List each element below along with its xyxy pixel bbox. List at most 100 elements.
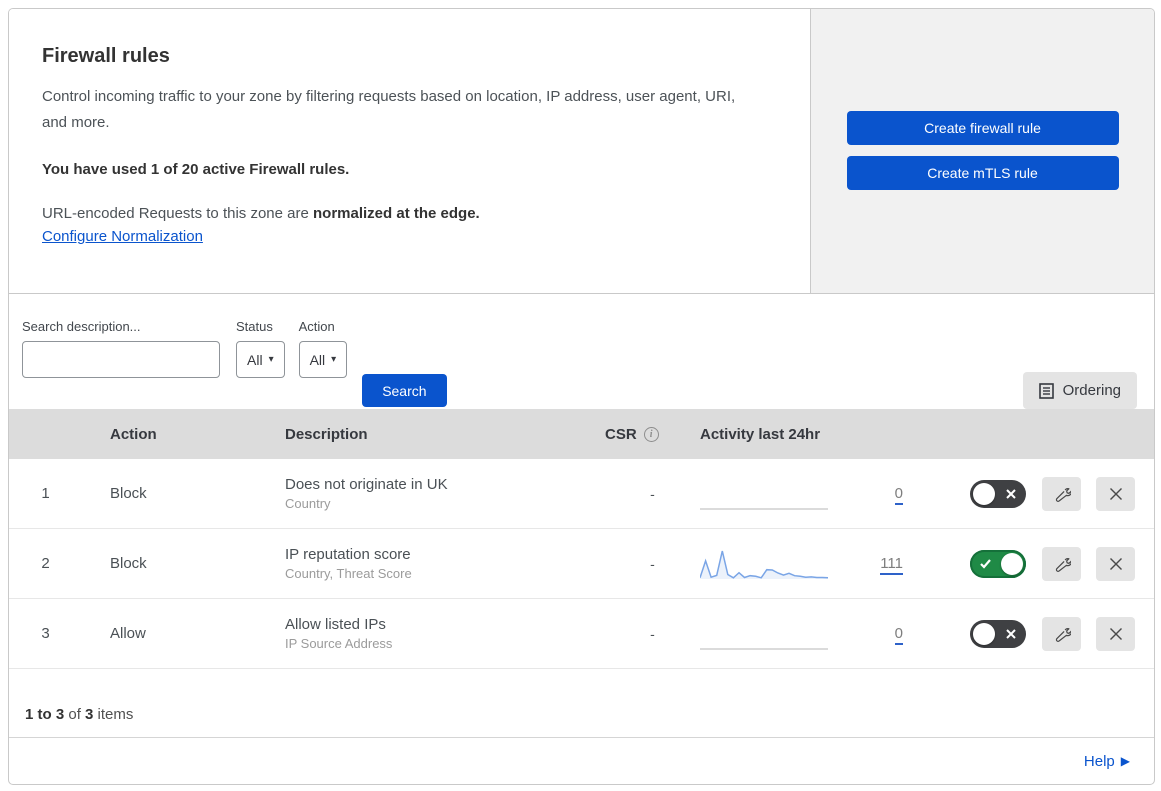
activity-count-link[interactable]: 0	[894, 624, 903, 645]
search-input-wrapper	[22, 341, 220, 378]
table-row: 2 Block IP reputation score Country, Thr…	[9, 529, 1154, 599]
search-button[interactable]: Search	[362, 374, 447, 407]
rule-description-cell: IP reputation score Country, Threat Scor…	[285, 546, 605, 581]
normalization-bold: normalized at the edge.	[313, 204, 480, 222]
info-icon[interactable]: i	[643, 426, 659, 442]
configure-normalization-link[interactable]: Configure Normalization	[42, 228, 203, 245]
rule-controls	[970, 546, 1154, 581]
rule-description-cell: Does not originate in UK Country	[285, 476, 605, 511]
help-footer: Help ▶	[9, 737, 1154, 784]
chevron-down-icon: ▾	[268, 354, 274, 365]
search-input[interactable]	[37, 351, 218, 368]
rule-fields: IP Source Address	[285, 636, 393, 651]
ordering-button[interactable]: Ordering	[1022, 372, 1137, 409]
edit-rule-button[interactable]	[1042, 546, 1081, 581]
action-label: Action	[298, 319, 335, 334]
rule-csr-value: -	[650, 555, 655, 572]
delete-rule-button[interactable]	[1096, 616, 1135, 651]
rule-priority: 1	[41, 485, 50, 502]
arrow-right-icon: ▶	[1120, 754, 1130, 768]
rule-fields: Country	[285, 496, 331, 511]
rule-priority: 3	[41, 625, 50, 642]
range-text: 1 to 3	[25, 706, 65, 723]
action-dropdown[interactable]: All ▾	[298, 341, 348, 378]
rule-description-cell: Allow listed IPs IP Source Address	[285, 616, 605, 651]
status-dropdown[interactable]: All ▾	[236, 341, 285, 378]
ordering-button-label: Ordering	[1062, 382, 1121, 399]
delete-rule-button[interactable]	[1096, 476, 1135, 511]
normalization-prefix: URL-encoded Requests to this zone are	[42, 204, 313, 222]
create-rule-panel: Create firewall rule Create mTLS rule	[810, 9, 1154, 293]
close-icon	[1109, 487, 1122, 500]
rule-activity-cell: 0	[700, 617, 970, 651]
edit-rule-button[interactable]	[1042, 476, 1081, 511]
rule-description[interactable]: Does not originate in UK	[285, 476, 605, 493]
total-count: 3	[85, 706, 94, 723]
intro-section: Firewall rules Control incoming traffic …	[9, 9, 1154, 294]
status-dropdown-value: All	[247, 351, 263, 368]
create-mtls-rule-button[interactable]: Create mTLS rule	[846, 156, 1119, 190]
activity-sparkline	[700, 507, 828, 510]
firewall-rules-card: Firewall rules Control incoming traffic …	[8, 8, 1155, 785]
activity-column-header: Activity last 24hr	[700, 425, 821, 443]
ordering-list-icon	[1038, 382, 1054, 399]
search-group: Search description...	[22, 319, 220, 378]
table-row: 3 Allow Allow listed IPs IP Source Addre…	[9, 599, 1154, 669]
rule-controls	[970, 616, 1154, 651]
action-filter-group: Action All ▾	[298, 319, 348, 378]
csr-header-label: CSR	[605, 425, 637, 443]
description-column-header: Description	[285, 425, 368, 443]
rule-activity-cell: 111	[700, 547, 970, 581]
usage-summary: You have used 1 of 20 active Firewall ru…	[42, 160, 350, 178]
firewall-rules-page: Firewall rules Control incoming traffic …	[0, 0, 1161, 791]
intro-text-block: Firewall rules Control incoming traffic …	[9, 9, 810, 293]
rule-enabled-toggle[interactable]	[970, 479, 1026, 508]
close-icon	[1109, 557, 1122, 570]
page-description: Control incoming traffic to your zone by…	[42, 88, 736, 131]
rule-controls	[970, 476, 1154, 511]
wrench-icon	[1055, 557, 1071, 572]
activity-count-link[interactable]: 0	[894, 484, 903, 505]
rule-fields: Country, Threat Score	[285, 566, 412, 581]
toggle-knob	[1001, 552, 1023, 575]
create-firewall-rule-button[interactable]: Create firewall rule	[846, 111, 1119, 145]
activity-sparkline	[700, 550, 828, 579]
rule-priority: 2	[41, 555, 50, 572]
of-text: of	[64, 706, 86, 723]
table-row: 1 Block Does not originate in UK Country…	[9, 459, 1154, 529]
rule-description[interactable]: Allow listed IPs	[285, 616, 605, 633]
rule-activity-cell: 0	[700, 477, 970, 511]
pagination-summary: 1 to 3 of 3 items	[9, 669, 1154, 737]
delete-rule-button[interactable]	[1096, 546, 1135, 581]
toggle-knob	[973, 482, 995, 505]
search-label: Search description...	[22, 319, 141, 334]
rule-description[interactable]: IP reputation score	[285, 546, 605, 563]
rule-csr-value: -	[650, 485, 655, 502]
activity-sparkline	[700, 647, 828, 650]
rule-action: Block	[110, 485, 147, 502]
status-filter-group: Status All ▾	[236, 319, 285, 378]
toggle-knob	[973, 622, 995, 645]
normalization-note: URL-encoded Requests to this zone are no…	[42, 205, 780, 222]
help-link[interactable]: Help ▶	[1084, 753, 1130, 770]
chevron-down-icon: ▾	[331, 354, 337, 365]
action-dropdown-value: All	[309, 351, 326, 368]
toggle-state-icon	[979, 550, 992, 578]
wrench-icon	[1055, 627, 1071, 642]
items-text: items	[93, 706, 134, 723]
help-label: Help	[1083, 752, 1115, 770]
rule-action: Block	[110, 555, 147, 572]
table-header: Action Description CSR i Activity last 2…	[9, 409, 1154, 459]
rule-enabled-toggle[interactable]	[970, 619, 1026, 648]
toggle-state-icon	[1005, 480, 1017, 508]
status-label: Status	[236, 319, 273, 334]
toggle-state-icon	[1005, 620, 1017, 648]
filter-toolbar: Search description... Status All ▾ Actio…	[9, 294, 1154, 409]
close-icon	[1109, 627, 1122, 640]
rule-action: Allow	[110, 625, 146, 642]
edit-rule-button[interactable]	[1042, 616, 1081, 651]
action-column-header: Action	[110, 425, 157, 443]
activity-count-link[interactable]: 111	[880, 554, 903, 575]
rule-enabled-toggle[interactable]	[970, 549, 1026, 578]
page-title: Firewall rules	[42, 45, 170, 67]
